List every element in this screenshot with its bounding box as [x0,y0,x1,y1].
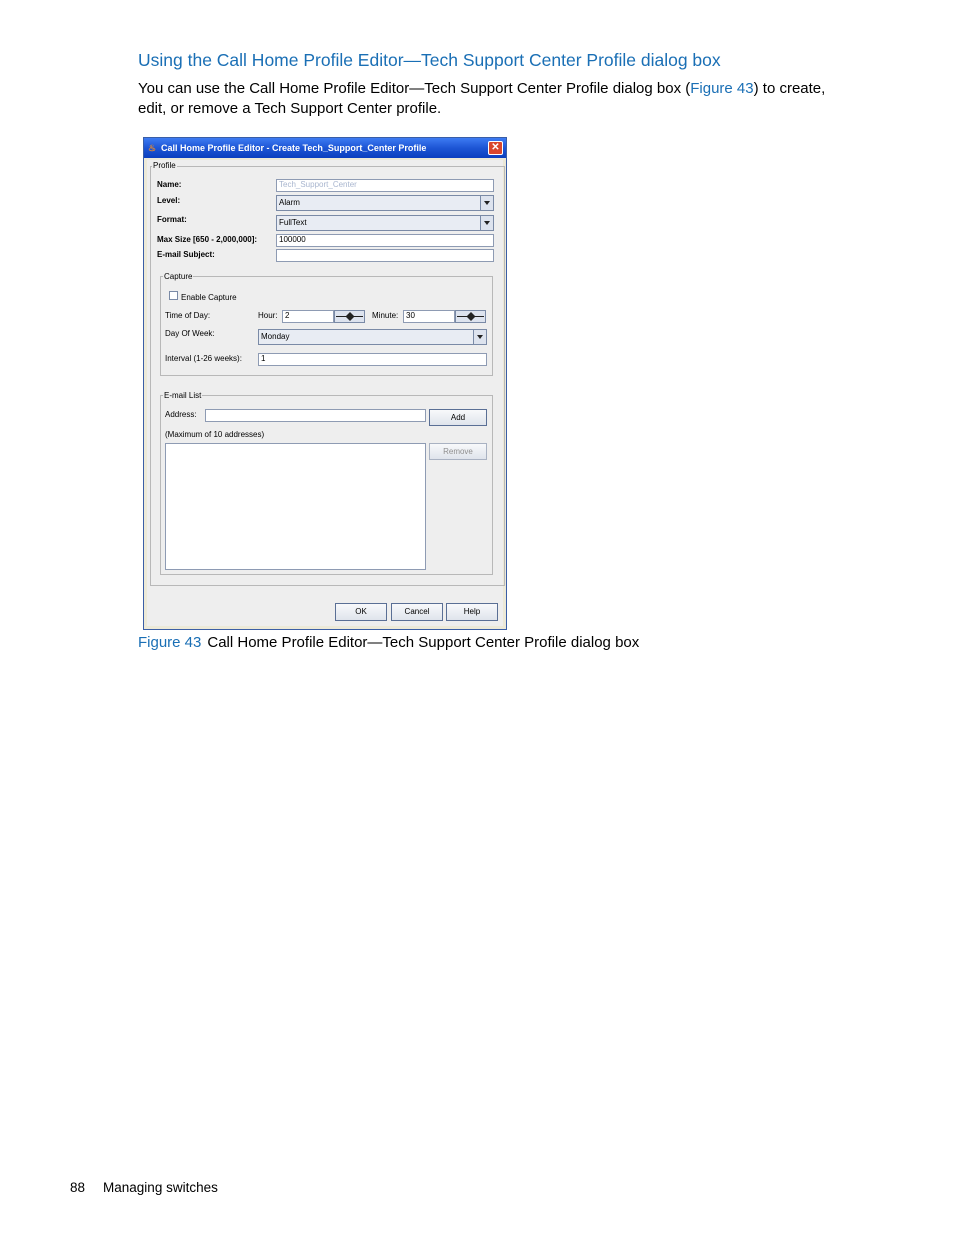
hour-stepper[interactable] [334,310,365,323]
profile-group-title: Profile [152,161,177,170]
day-of-week-value: Monday [261,332,290,341]
chevron-down-icon[interactable] [480,216,493,230]
java-cup-icon: ♨ [148,143,157,153]
max-addresses-note: (Maximum of 10 addresses) [165,430,265,439]
address-label: Address: [165,410,197,419]
hour-field[interactable]: 2 [282,310,334,323]
address-field[interactable] [205,409,426,422]
help-button[interactable]: Help [446,603,498,621]
page-number: 88 [70,1180,86,1195]
level-value: Alarm [279,198,300,207]
chevron-down-icon[interactable] [480,196,493,210]
interval-label: Interval (1-26 weeks): [165,354,242,363]
capture-group-title: Capture [163,272,194,281]
dialog-client-area: Profile Name: Tech_Support_Center Level:… [147,160,505,626]
level-select[interactable]: Alarm [276,195,494,211]
figure-caption: Figure 43 Call Home Profile Editor—Tech S… [138,634,639,651]
chevron-down-icon[interactable] [473,330,486,344]
figure-number: Figure 43 [138,634,202,651]
subject-field[interactable] [276,249,494,262]
email-list-group-title: E-mail List [163,391,203,400]
interval-field[interactable]: 1 [258,353,487,366]
footer-section: Managing switches [103,1180,218,1195]
page-footer: 88 Managing switches [70,1180,218,1195]
figure-link[interactable]: Figure 43 [690,80,753,97]
minute-label: Minute: [372,311,399,320]
email-address-list[interactable] [165,443,426,570]
day-of-week-label: Day Of Week: [165,329,215,338]
level-label: Level: [157,196,181,205]
arrow-down-icon[interactable] [467,317,475,321]
format-select[interactable]: FullText [276,215,494,231]
format-label: Format: [157,215,187,224]
dialog-titlebar[interactable]: ♨ Call Home Profile Editor - Create Tech… [144,138,506,158]
dialog-title: Call Home Profile Editor - Create Tech_S… [161,143,427,153]
name-label: Name: [157,180,182,189]
add-button[interactable]: Add [429,409,487,426]
maxsize-field[interactable]: 100000 [276,234,494,247]
close-icon: ✕ [491,142,500,153]
day-of-week-select[interactable]: Monday [258,329,487,345]
name-field[interactable]: Tech_Support_Center [276,179,494,192]
enable-capture-label: Enable Capture [181,293,237,302]
maxsize-label: Max Size [650 - 2,000,000]: [157,235,258,244]
time-of-day-label: Time of Day: [165,311,211,320]
remove-button[interactable]: Remove [429,443,487,460]
profile-editor-dialog: ♨ Call Home Profile Editor - Create Tech… [143,137,507,630]
intro-paragraph: You can use the Call Home Profile Editor… [138,79,838,118]
figure-caption-text: Call Home Profile Editor—Tech Support Ce… [207,634,640,651]
subject-label: E-mail Subject: [157,250,215,259]
format-value: FullText [279,218,307,227]
minute-stepper[interactable] [455,310,486,323]
enable-capture-checkbox[interactable] [169,291,178,300]
section-heading: Using the Call Home Profile Editor—Tech … [138,50,721,70]
close-button[interactable]: ✕ [488,141,503,155]
intro-text-before: You can use the Call Home Profile Editor… [138,80,691,97]
ok-button[interactable]: OK [335,603,387,621]
arrow-down-icon[interactable] [346,317,354,321]
hour-label: Hour: [258,311,278,320]
cancel-button[interactable]: Cancel [391,603,443,621]
minute-field[interactable]: 30 [403,310,455,323]
